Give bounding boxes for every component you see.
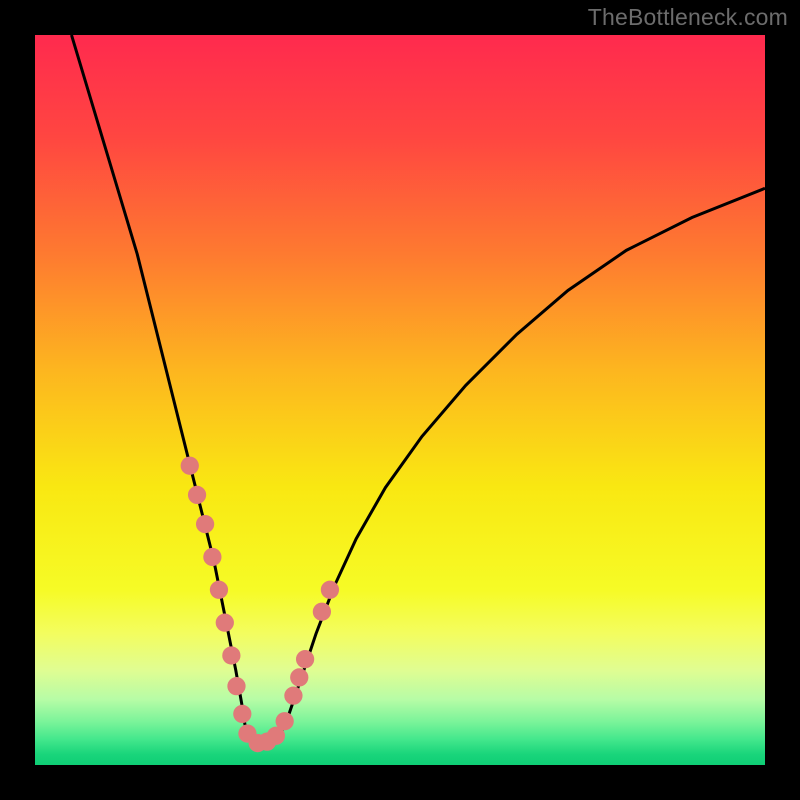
plot-area: [35, 35, 765, 765]
highlight-dot: [188, 486, 206, 504]
outer-frame: TheBottleneck.com: [0, 0, 800, 800]
highlight-dots: [181, 457, 339, 753]
highlight-dot: [196, 515, 214, 533]
highlight-dot: [210, 581, 228, 599]
highlight-dot: [222, 646, 240, 664]
highlight-dot: [296, 650, 314, 668]
highlight-dot: [233, 705, 251, 723]
highlight-dot: [203, 548, 221, 566]
highlight-dot: [227, 677, 245, 695]
highlight-dot: [181, 457, 199, 475]
highlight-dot: [321, 581, 339, 599]
watermark-text: TheBottleneck.com: [588, 4, 788, 31]
highlight-dot: [284, 687, 302, 705]
highlight-dot: [216, 614, 234, 632]
highlight-dot: [290, 668, 308, 686]
highlight-dot: [276, 712, 294, 730]
bottleneck-curve: [72, 35, 766, 743]
curve-layer: [35, 35, 765, 765]
highlight-dot: [313, 603, 331, 621]
